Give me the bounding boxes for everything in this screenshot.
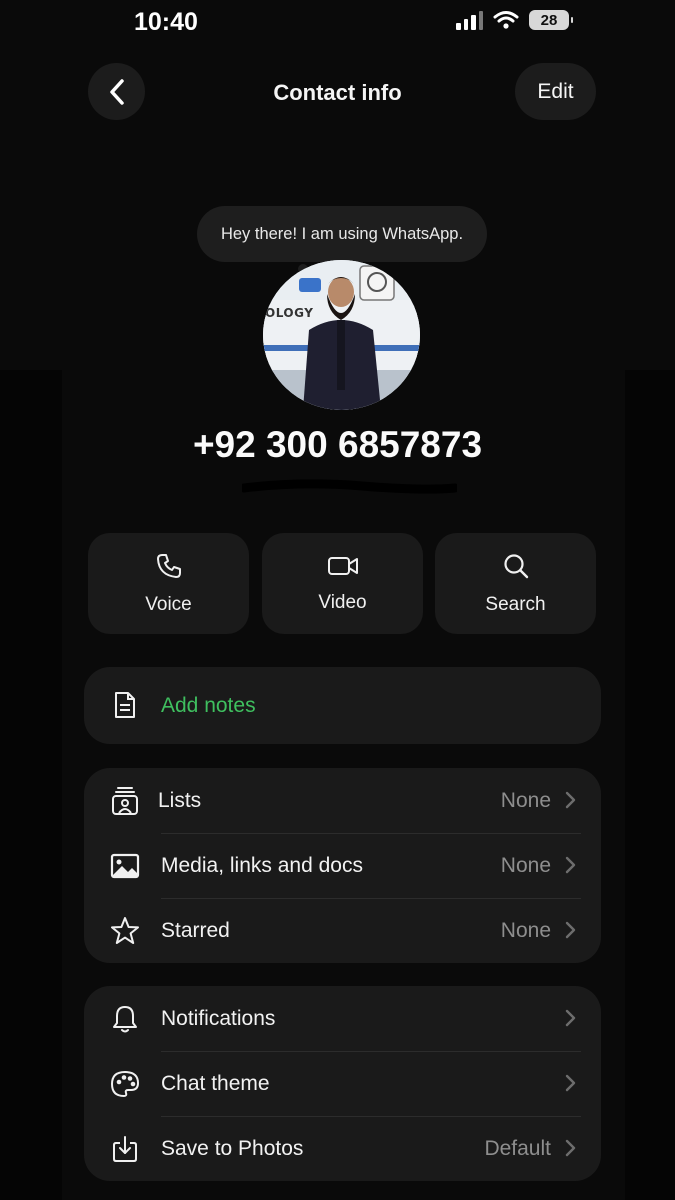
media-group-card: Lists None Media, links and docs None St…: [84, 768, 601, 963]
battery-indicator: 28: [529, 10, 573, 30]
search-button[interactable]: Search: [435, 533, 596, 634]
chevron-right-icon: [565, 1074, 576, 1092]
status-icons: 28: [456, 10, 573, 30]
save-to-photos-row[interactable]: Save to Photos Default: [84, 1116, 601, 1181]
video-camera-icon: [327, 556, 358, 575]
document-icon: [110, 690, 140, 720]
chat-theme-row[interactable]: Chat theme: [84, 1051, 601, 1116]
video-label: Video: [318, 591, 367, 613]
bell-icon: [110, 1004, 140, 1034]
notifications-row[interactable]: Notifications: [84, 986, 601, 1051]
starred-label: Starred: [161, 918, 230, 942]
signal-icon: [456, 10, 483, 30]
save-to-photos-value: Default: [484, 1136, 551, 1160]
right-shade: [625, 370, 675, 1200]
wifi-icon: [493, 11, 519, 29]
starred-value: None: [500, 918, 551, 942]
media-links-docs-value: None: [500, 853, 551, 877]
image-icon: [110, 851, 140, 881]
add-notes-row[interactable]: Add notes: [84, 667, 601, 744]
chevron-right-icon: [565, 856, 576, 874]
starred-row[interactable]: Starred None: [84, 898, 601, 963]
chevron-right-icon: [565, 791, 576, 809]
voice-label: Voice: [145, 593, 192, 615]
chevron-right-icon: [565, 921, 576, 939]
settings-group-card: Notifications Chat theme Save to Photos …: [84, 986, 601, 1181]
media-links-docs-label: Media, links and docs: [161, 853, 363, 877]
search-icon: [503, 553, 528, 578]
contact-avatar[interactable]: OLOGY: [263, 260, 420, 410]
redaction-scribble: [242, 479, 457, 494]
lists-value: None: [500, 788, 551, 812]
palette-icon: [110, 1069, 140, 1099]
contact-info-screen: 10:40 28 Contact info Edit Hey there! I …: [0, 0, 675, 1200]
chat-theme-label: Chat theme: [161, 1071, 270, 1095]
media-links-docs-row[interactable]: Media, links and docs None: [84, 833, 601, 898]
lists-label: Lists: [158, 788, 202, 812]
phone-icon: [156, 553, 181, 578]
chevron-right-icon: [565, 1009, 576, 1027]
voice-call-button[interactable]: Voice: [88, 533, 249, 634]
lists-icon: [110, 786, 140, 816]
chevron-right-icon: [565, 1139, 576, 1157]
notifications-label: Notifications: [161, 1006, 276, 1030]
search-label: Search: [485, 593, 546, 615]
download-icon: [110, 1134, 140, 1164]
star-icon: [110, 916, 140, 946]
add-notes-label: Add notes: [161, 693, 256, 717]
lists-row[interactable]: Lists None: [84, 768, 601, 833]
left-shade: [0, 370, 62, 1200]
save-to-photos-label: Save to Photos: [161, 1136, 304, 1160]
edit-button[interactable]: Edit: [515, 63, 596, 120]
status-time: 10:40: [134, 8, 198, 36]
about-status-bubble: Hey there! I am using WhatsApp.: [197, 206, 487, 262]
video-call-button[interactable]: Video: [262, 533, 423, 634]
contact-phone-number: +92 300 6857873: [192, 424, 483, 465]
avatar-banner-text: OLOGY: [265, 306, 314, 320]
add-notes-card[interactable]: Add notes: [84, 667, 601, 744]
